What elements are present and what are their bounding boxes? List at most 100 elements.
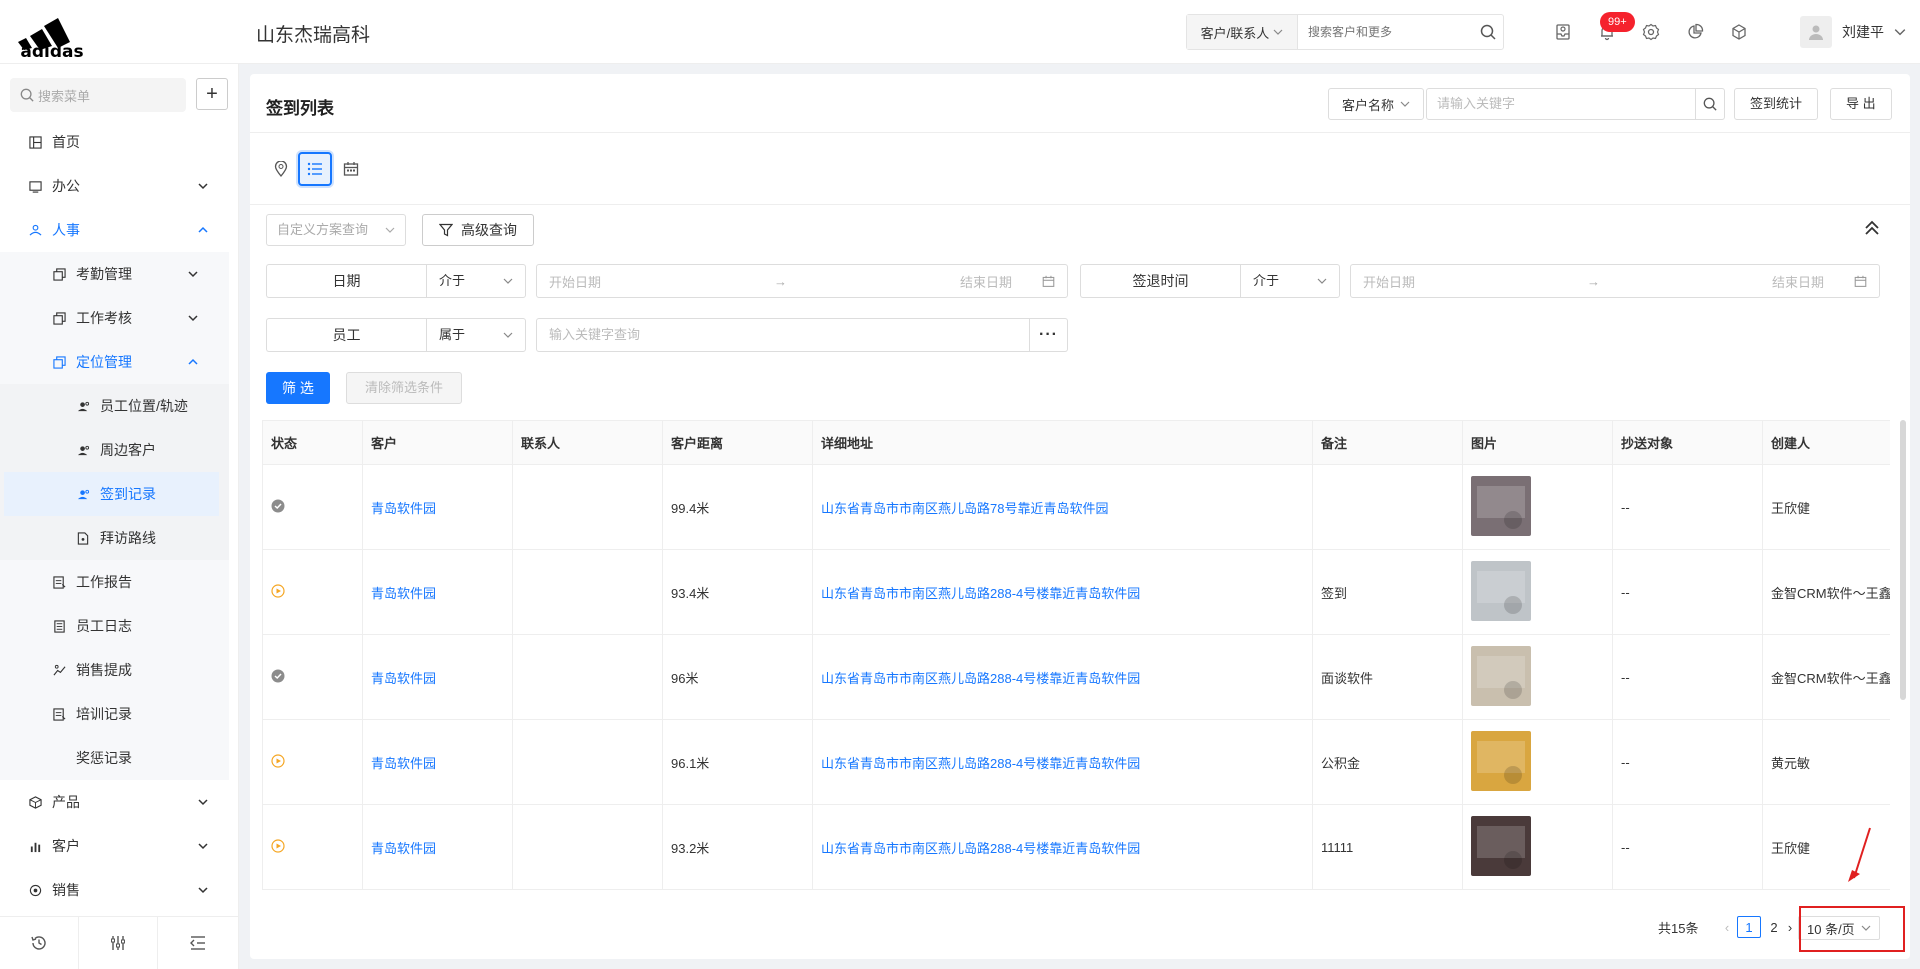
search-scope-select[interactable]: 客户/联系人 (1187, 15, 1298, 49)
filter-button[interactable]: 筛 选 (266, 372, 330, 404)
advanced-query-button[interactable]: 高级查询 (422, 214, 534, 246)
page-1[interactable]: 1 (1737, 916, 1761, 938)
search-field-select[interactable]: 客户名称 (1328, 88, 1424, 120)
sidebar-item-visit-route[interactable]: 拜访路线 (0, 516, 229, 560)
customer-link[interactable]: 青岛软件园 (362, 634, 513, 720)
bar-chart-icon (28, 839, 42, 853)
sidebar-item-nearby-customers[interactable]: 周边客户 (0, 428, 229, 472)
settings-sliders-icon[interactable] (79, 917, 158, 969)
table-row[interactable]: 青岛软件园 93.4米 山东省青岛市市南区燕儿岛路288-4号楼靠近青岛软件园 签到 -… (262, 549, 1890, 635)
column-header[interactable]: 图片 (1462, 420, 1613, 465)
calendar-view-tab[interactable] (334, 152, 368, 186)
menu-search-input[interactable]: 搜索菜单 (10, 78, 186, 112)
address-link[interactable]: 山东省青岛市市南区燕儿岛路288-4号楼靠近青岛软件园 (812, 549, 1313, 635)
customer-link[interactable]: 青岛软件园 (362, 464, 513, 550)
cube-icon[interactable] (1727, 20, 1751, 44)
sidebar-item-office[interactable]: 办公 (0, 164, 238, 208)
table-row[interactable]: 青岛软件园 93.2米 山东省青岛市市南区燕儿岛路288-4号楼靠近青岛软件园 111… (262, 804, 1890, 890)
contact-cell (512, 464, 663, 550)
inbox-icon[interactable] (1551, 20, 1575, 44)
collapse-up-icon[interactable] (1862, 218, 1882, 238)
table-row[interactable]: 青岛软件园 99.4米 山东省青岛市市南区燕儿岛路78号靠近青岛软件园 -- 王欣健 (262, 464, 1890, 550)
sidebar-item-work-report[interactable]: 工作报告 (0, 560, 229, 604)
column-header[interactable]: 客户 (362, 420, 513, 465)
date-range-picker[interactable]: 开始日期 → 结束日期 (536, 264, 1068, 298)
address-link[interactable]: 山东省青岛市市南区燕儿岛路288-4号楼靠近青岛软件园 (812, 719, 1313, 805)
checkin-stats-button[interactable]: 签到统计 (1734, 88, 1819, 120)
chevron-down-icon (1273, 29, 1283, 35)
sidebar-item-attendance[interactable]: 考勤管理 (0, 252, 229, 296)
column-header[interactable]: 抄送对象 (1612, 420, 1763, 465)
column-header[interactable]: 客户距离 (662, 420, 813, 465)
chevron-down-icon (1317, 278, 1327, 284)
address-link[interactable]: 山东省青岛市市南区燕儿岛路288-4号楼靠近青岛软件园 (812, 634, 1313, 720)
employee-operator-select[interactable]: 属于 (426, 318, 526, 352)
sidebar-item-location[interactable]: 定位管理 (0, 340, 229, 384)
more-options-icon[interactable]: ··· (1030, 318, 1068, 352)
date-filter-row: 日期 介于 开始日期 → 结束日期 签退时间 介于 开始日期 → 结束日期 (266, 264, 1880, 298)
sidebar-item-hr[interactable]: 人事 (0, 208, 238, 252)
adidas-logo[interactable]: adidas (14, 8, 90, 62)
photo-thumbnail[interactable] (1471, 560, 1531, 621)
page-2[interactable]: 2 (1766, 916, 1782, 938)
sidebar-item-home[interactable]: 首页 (0, 120, 238, 164)
column-header[interactable]: 备注 (1312, 420, 1463, 465)
checkout-operator-select[interactable]: 介于 (1240, 264, 1340, 298)
address-link[interactable]: 山东省青岛市市南区燕儿岛路288-4号楼靠近青岛软件园 (812, 804, 1313, 890)
sidebar-item-employee-track[interactable]: 员工位置/轨迹 (0, 384, 229, 428)
next-page-icon[interactable]: › (1784, 916, 1796, 938)
gear-icon[interactable] (1639, 20, 1663, 44)
keyword-search-input[interactable]: 请输入关键字 (1426, 88, 1696, 120)
sidebar-item-sales[interactable]: 销售 (0, 868, 238, 912)
sidebar-item-sales-commission[interactable]: 销售提成 (0, 648, 229, 692)
customer-link[interactable]: 青岛软件园 (362, 719, 513, 805)
add-menu-button[interactable]: + (196, 78, 228, 110)
sidebar-item-assessment[interactable]: 工作考核 (0, 296, 229, 340)
status-cell (262, 719, 363, 805)
cc-cell: -- (1612, 549, 1763, 635)
global-search-input[interactable] (1297, 15, 1473, 49)
column-header[interactable]: 状态 (262, 420, 363, 465)
sidebar-item-checkin-records[interactable]: 签到记录 (4, 472, 219, 516)
sidebar-item-employee-log[interactable]: 员工日志 (0, 604, 229, 648)
address-link[interactable]: 山东省青岛市市南区燕儿岛路78号靠近青岛软件园 (812, 464, 1313, 550)
prev-page-icon[interactable]: ‹ (1720, 916, 1734, 938)
customer-link[interactable]: 青岛软件园 (362, 549, 513, 635)
customer-link[interactable]: 青岛软件园 (362, 804, 513, 890)
column-header[interactable]: 详细地址 (812, 420, 1313, 465)
photo-thumbnail[interactable] (1471, 475, 1531, 536)
distance-cell: 93.4米 (662, 549, 813, 635)
sidebar-item-customer[interactable]: 客户 (0, 824, 238, 868)
cc-cell: -- (1612, 719, 1763, 805)
column-header[interactable]: 联系人 (512, 420, 663, 465)
photo-thumbnail[interactable] (1471, 815, 1531, 876)
scheme-query-select[interactable]: 自定义方案查询 (266, 214, 406, 246)
map-view-tab[interactable] (264, 152, 298, 186)
employee-keyword-input[interactable]: 输入关键字查询 (536, 318, 1030, 352)
avatar (1800, 16, 1832, 48)
user-pin-icon (76, 443, 90, 457)
list-view-tab[interactable] (298, 152, 332, 186)
photo-thumbnail[interactable] (1471, 645, 1531, 706)
sidebar-item-rewards[interactable]: 奖惩记录 (0, 736, 229, 780)
employee-filter-label: 员工 (266, 318, 426, 352)
sidebar-item-product[interactable]: 产品 (0, 780, 238, 824)
search-icon[interactable] (1473, 15, 1503, 49)
collapse-sidebar-icon[interactable] (158, 917, 237, 969)
calendar-icon (1854, 275, 1867, 287)
search-icon[interactable] (1695, 88, 1725, 120)
checkout-range-picker[interactable]: 开始日期 → 结束日期 (1350, 264, 1880, 298)
pie-chart-icon[interactable] (1683, 20, 1707, 44)
table-row[interactable]: 青岛软件园 96米 山东省青岛市市南区燕儿岛路288-4号楼靠近青岛软件园 面谈软件 -… (262, 634, 1890, 720)
photo-thumbnail[interactable] (1471, 730, 1531, 791)
column-header[interactable]: 创建人 (1762, 420, 1890, 465)
history-icon[interactable] (0, 917, 79, 969)
user-menu[interactable]: 刘建平 (1800, 16, 1906, 48)
table-scrollbar[interactable] (1900, 420, 1906, 700)
table-row[interactable]: 青岛软件园 96.1米 山东省青岛市市南区燕儿岛路288-4号楼靠近青岛软件园 公积金… (262, 719, 1890, 805)
creator-cell: 黄元敏 (1762, 719, 1890, 805)
date-operator-select[interactable]: 介于 (426, 264, 526, 298)
export-button[interactable]: 导 出 (1830, 88, 1892, 120)
chevron-down-icon (503, 278, 513, 284)
sidebar-item-training[interactable]: 培训记录 (0, 692, 229, 736)
